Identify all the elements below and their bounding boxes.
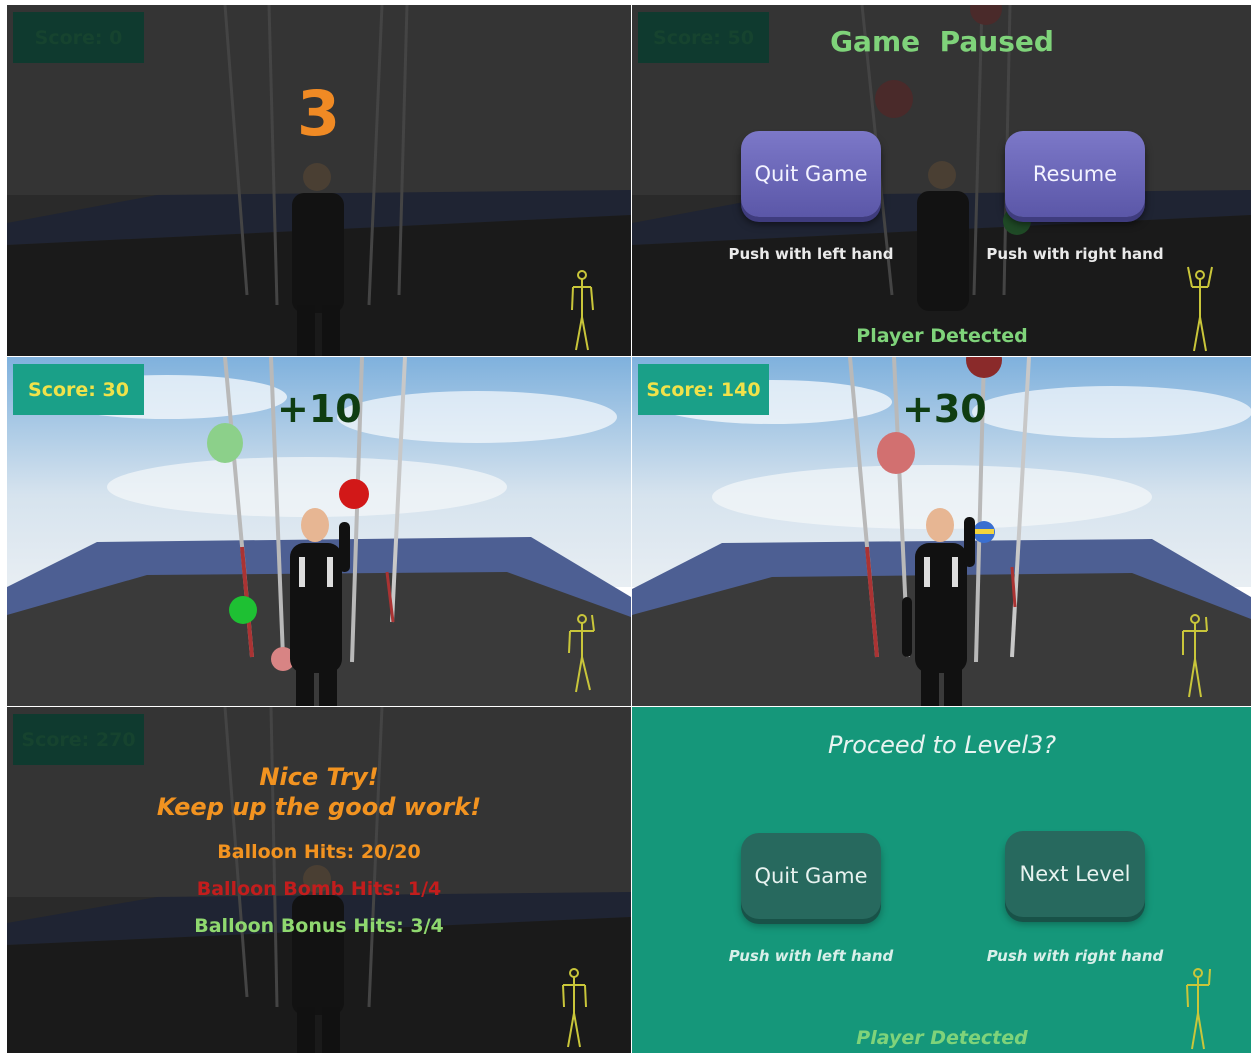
countdown-panel: Score: 0 3 — [7, 5, 631, 356]
quit-hint: Push with left hand — [728, 245, 894, 263]
score-display: Score: 0 — [13, 12, 144, 63]
gameplay-panel: Score: 140 +30 — [632, 357, 1251, 706]
pause-title: Game Paused — [830, 25, 1054, 58]
score-display: Score: 270 — [13, 714, 144, 765]
score-display: Score: 30 — [13, 364, 144, 415]
gameplay-panel: Score: 30 +10 — [7, 357, 631, 706]
points-popup: +10 — [277, 387, 362, 431]
score-display: Score: 50 — [638, 12, 769, 63]
pause-panel: Score: 50 Game Paused Quit Game Resume P… — [632, 5, 1251, 356]
quit-game-button[interactable]: Quit Game — [741, 833, 881, 919]
points-popup: +30 — [902, 387, 987, 431]
bomb-hits-stat: Balloon Bomb Hits: 1/4 — [196, 878, 442, 900]
results-panel: Score: 270 Nice Try! Keep up the good wo… — [7, 707, 631, 1053]
resume-hint: Push with right hand — [986, 245, 1164, 263]
next-level-button[interactable]: Next Level — [1005, 831, 1145, 917]
countdown-number: 3 — [297, 77, 341, 150]
result-subheading: Keep up the good work! — [156, 793, 482, 821]
bonus-hits-stat: Balloon Bonus Hits: 3/4 — [194, 915, 444, 937]
proceed-panel: Proceed to Level3? Quit Game Next Level … — [632, 707, 1251, 1053]
result-heading: Nice Try! — [259, 763, 379, 791]
proceed-title: Proceed to Level3? — [827, 731, 1057, 759]
player-status: Player Detected — [856, 1027, 1028, 1049]
quit-hint: Push with left hand — [728, 947, 894, 965]
next-hint: Push with right hand — [986, 947, 1164, 965]
balloon-hits-stat: Balloon Hits: 20/20 — [217, 841, 421, 863]
player-status: Player Detected — [856, 325, 1028, 347]
score-display: Score: 140 — [638, 364, 769, 415]
quit-game-button[interactable]: Quit Game — [741, 131, 881, 217]
resume-button[interactable]: Resume — [1005, 131, 1145, 217]
